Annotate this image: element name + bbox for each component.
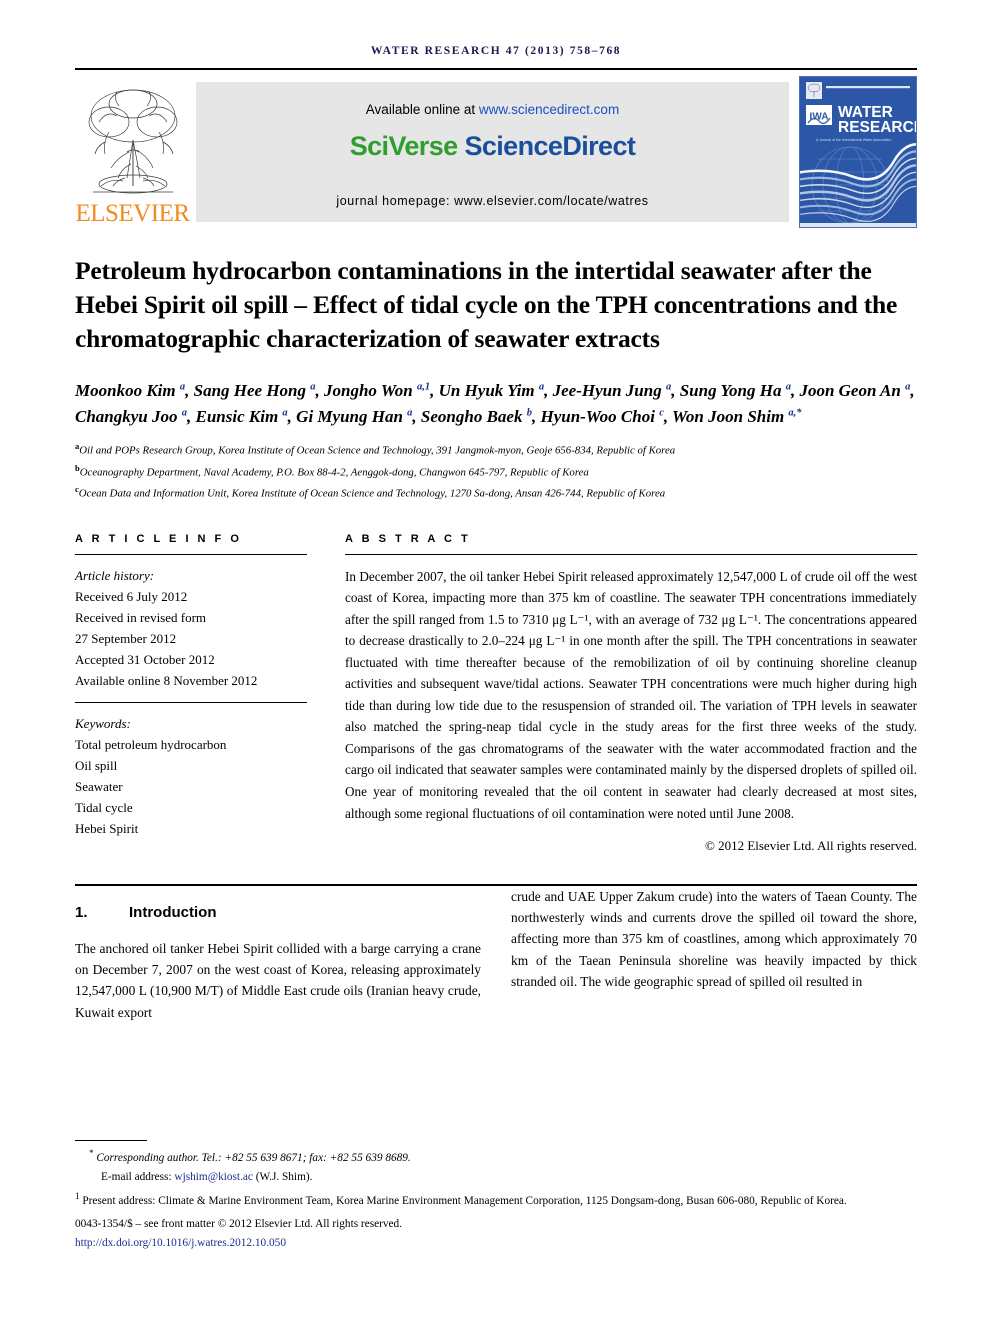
available-online-text: Available online at www.sciencedirect.co… <box>366 102 619 117</box>
present-address-marker: 1 <box>75 1191 80 1202</box>
body-column-gap <box>481 886 511 1036</box>
elsevier-wordmark: ELSEVIER <box>75 200 190 227</box>
affiliation-item: cOcean Data and Information Unit, Korea … <box>75 482 917 503</box>
section-heading: 1. Introduction <box>75 904 481 921</box>
journal-masthead: ELSEVIER Available online at www.science… <box>75 76 917 228</box>
logo-verse: Verse <box>388 131 458 161</box>
available-online-prefix: Available online at <box>365 102 479 117</box>
abstract-rule <box>345 553 917 555</box>
running-head: WATER RESEARCH 47 (2013) 758–768 <box>370 45 622 57</box>
history-item: Available online 8 November 2012 <box>75 673 258 689</box>
footnote-rule <box>75 1140 147 1141</box>
article-info-heading: A R T I C L E I N F O <box>75 532 242 545</box>
affiliation-list: aOil and POPs Research Group, Korea Inst… <box>75 439 917 502</box>
article-history-label: Article history: <box>75 567 155 583</box>
keywords-rule <box>75 702 307 704</box>
body-columns: 1. Introduction The anchored oil tanker … <box>75 886 917 1036</box>
article-info-rule <box>75 553 307 555</box>
keywords-label: Keywords: <box>75 716 131 732</box>
history-item: Accepted 31 October 2012 <box>75 652 215 668</box>
affiliation-text: Oil and POPs Research Group, Korea Insti… <box>79 444 676 457</box>
page-title: Petroleum hydrocarbon contaminations in … <box>75 256 898 353</box>
keyword-item: Total petroleum hydrocarbon <box>75 737 227 753</box>
sciencedirect-banner: Available online at www.sciencedirect.co… <box>196 82 789 222</box>
affiliation-text: Oceanography Department, Naval Academy, … <box>79 466 589 479</box>
article-info-column: A R T I C L E I N F O Article history: R… <box>75 533 307 854</box>
corresponding-author-note: * Corresponding author. Tel.: +82 55 639… <box>75 1146 917 1168</box>
footnote-block: * Corresponding author. Tel.: +82 55 639… <box>75 1140 917 1253</box>
affiliation-item: bOceanography Department, Naval Academy,… <box>75 461 917 482</box>
sciencedirect-link[interactable]: www.sciencedirect.com <box>479 102 619 117</box>
section-title: Introduction <box>129 904 217 922</box>
intro-paragraph-left: The anchored oil tanker Hebei Spirit col… <box>75 941 481 1020</box>
column-gap <box>307 533 345 854</box>
logo-sci: Sci <box>349 131 389 161</box>
history-item: Received 6 July 2012 <box>75 588 188 604</box>
sciverse-sciencedirect-logo: SciVerse ScienceDirect <box>350 131 636 162</box>
elsevier-tree-icon <box>88 89 177 194</box>
keywords-list: Keywords: Total petroleum hydrocarbon Oi… <box>75 713 307 839</box>
water-research-cover-art: IWA WATER RESEARCH A Journal of the Inte… <box>800 77 917 227</box>
svg-text:A Journal of the International: A Journal of the International Water Ass… <box>816 138 891 142</box>
keyword-item: Hebei Spirit <box>75 821 139 837</box>
affiliation-item: aOil and POPs Research Group, Korea Inst… <box>75 439 917 460</box>
present-address-text: Present address: Climate & Marine Enviro… <box>82 1195 847 1208</box>
copyright-line: © 2012 Elsevier Ltd. All rights reserved… <box>704 838 917 854</box>
corresponding-author-marker: * <box>89 1148 94 1158</box>
corresponding-author-text: Corresponding author. Tel.: +82 55 639 8… <box>96 1151 411 1164</box>
keyword-item: Oil spill <box>75 758 118 774</box>
history-item: 27 September 2012 <box>75 630 177 646</box>
issn-line: 0043-1354/$ – see front matter © 2012 El… <box>75 1218 403 1231</box>
keyword-item: Seawater <box>75 779 123 795</box>
elsevier-logo: ELSEVIER <box>75 76 190 228</box>
body-column-left: 1. Introduction The anchored oil tanker … <box>75 886 481 1036</box>
author-list: Moonkoo Kim a, Sang Hee Hong a, Jongho W… <box>75 380 915 426</box>
logo-direct: Direct <box>562 131 636 161</box>
article-page: WATER RESEARCH 47 (2013) 758–768 ELSEVIE… <box>0 0 992 1323</box>
info-abstract-block: A R T I C L E I N F O Article history: R… <box>75 533 917 854</box>
logo-science: Science <box>464 131 563 161</box>
present-address-note: 1 Present address: Climate & Marine Envi… <box>75 1189 917 1211</box>
intro-paragraph-right: crude and UAE Upper Zakum crude) into th… <box>511 889 917 989</box>
article-history: Article history: Received 6 July 2012 Re… <box>75 565 307 691</box>
email-link[interactable]: wjshim@kiost.ac <box>174 1171 253 1183</box>
email-note: E-mail address: wjshim@kiost.ac (W.J. Sh… <box>75 1169 917 1187</box>
email-suffix: (W.J. Shim). <box>252 1170 313 1183</box>
journal-cover-image: IWA WATER RESEARCH A Journal of the Inte… <box>799 76 917 228</box>
keyword-item: Tidal cycle <box>75 800 133 816</box>
section-number: 1. <box>75 904 88 922</box>
affiliation-text: Ocean Data and Information Unit, Korea I… <box>78 487 666 500</box>
svg-text:RESEARCH: RESEARCH <box>838 119 917 136</box>
body-column-right: crude and UAE Upper Zakum crude) into th… <box>511 886 917 1036</box>
history-item: Received in revised form <box>75 609 207 625</box>
doi-link[interactable]: http://dx.doi.org/10.1016/j.watres.2012.… <box>75 1235 917 1253</box>
abstract-heading: A B S T R A C T <box>345 532 471 545</box>
header-rule <box>75 68 917 70</box>
abstract-column: A B S T R A C T In December 2007, the oi… <box>345 533 917 854</box>
abstract-text: In December 2007, the oil tanker Hebei S… <box>345 568 917 821</box>
email-label: E-mail address: <box>101 1170 175 1183</box>
journal-homepage-text: journal homepage: www.elsevier.com/locat… <box>336 194 649 208</box>
